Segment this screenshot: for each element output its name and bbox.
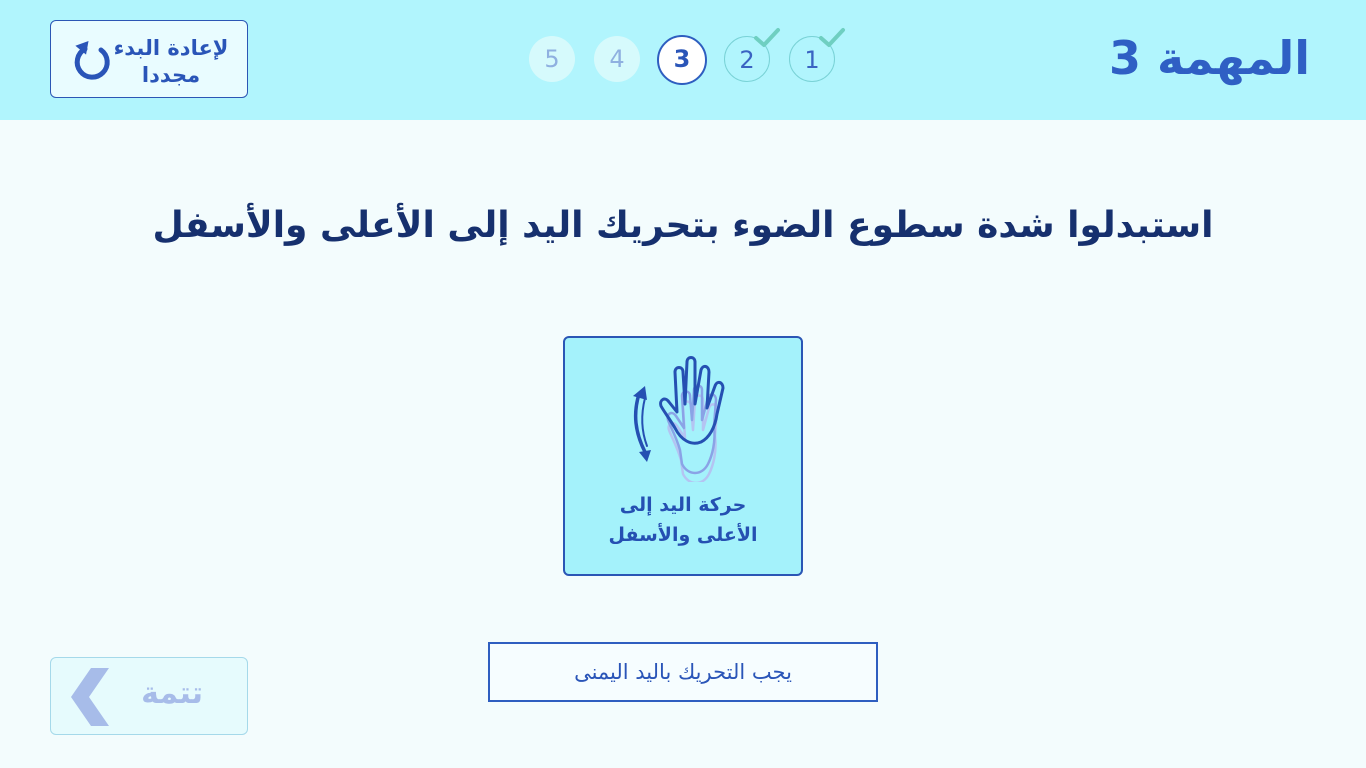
check-icon [754,28,780,47]
check-icon [819,28,845,47]
step-1-indicator: 1 [789,28,845,82]
restart-icon [74,40,110,80]
step-5-indicator: 5 [529,36,575,82]
step-3-indicator: 3 [657,35,707,85]
header-bar: المهمة 3 لإعادة البدء مجددا 1 2 3 4 5 [0,0,1366,120]
step-1-label: 1 [804,46,820,74]
step-3-label: 3 [673,45,691,73]
restart-button[interactable]: لإعادة البدء مجددا [50,20,248,98]
instruction-text: استبدلوا شدة سطوع الضوء بتحريك اليد إلى … [152,205,1214,246]
step-5-label: 5 [544,45,560,73]
gesture-card: حركة اليد إلى الأعلى والأسفل [563,336,803,576]
gesture-label: حركة اليد إلى الأعلى والأسفل [565,490,801,550]
step-4-label: 4 [609,45,625,73]
step-4-indicator: 4 [594,36,640,82]
continue-button[interactable]: تتمة [50,657,248,735]
gesture-label-line1: حركة اليد إلى [619,494,747,516]
hint-box: يجب التحريك باليد اليمنى [488,642,878,702]
gesture-label-line2: الأعلى والأسفل [608,524,758,546]
chevron-left-icon [71,668,109,726]
step-2-label: 2 [739,46,755,74]
continue-label: تتمة [141,676,203,711]
page-title: المهمة 3 [1108,31,1310,85]
step-2-indicator: 2 [724,28,780,82]
restart-label: لإعادة البدء مجددا [113,36,229,87]
hand-up-down-icon [633,356,725,482]
